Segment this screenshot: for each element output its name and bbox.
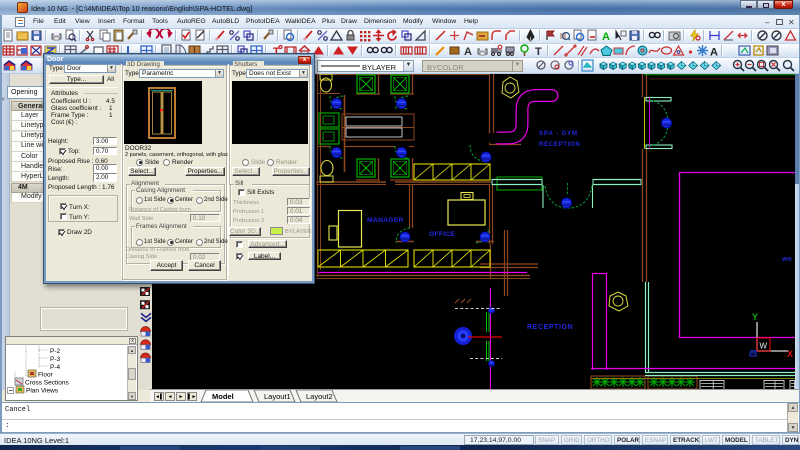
svg-text:P-4: P-4	[50, 364, 61, 371]
svg-text:RECEPTION: RECEPTION	[539, 141, 581, 148]
svg-text:W: W	[760, 342, 768, 351]
svg-text:Y: Y	[752, 312, 758, 322]
svg-text:OFFICE: OFFICE	[429, 231, 455, 238]
svg-text:Layout2: Layout2	[306, 392, 333, 401]
svg-text:A: A	[464, 46, 472, 58]
svg-text:A: A	[602, 31, 610, 43]
svg-text:Layout1: Layout1	[264, 392, 291, 401]
svg-text:A: A	[710, 47, 718, 59]
svg-text:X: X	[787, 349, 793, 359]
svg-text:Plan Views: Plan Views	[26, 388, 59, 395]
svg-text:Model: Model	[212, 392, 234, 401]
svg-text:P-2: P-2	[50, 348, 61, 355]
svg-text:WΘ: WΘ	[782, 257, 792, 263]
svg-text:SPA - GYM: SPA - GYM	[539, 130, 578, 137]
svg-text:T: T	[535, 46, 542, 58]
svg-text:RECEPTION: RECEPTION	[527, 324, 573, 331]
svg-text:MANAGER: MANAGER	[367, 217, 404, 224]
svg-text:Cross Sections: Cross Sections	[25, 380, 69, 387]
svg-text:P-3: P-3	[50, 356, 61, 363]
svg-text:Floor: Floor	[38, 372, 54, 379]
